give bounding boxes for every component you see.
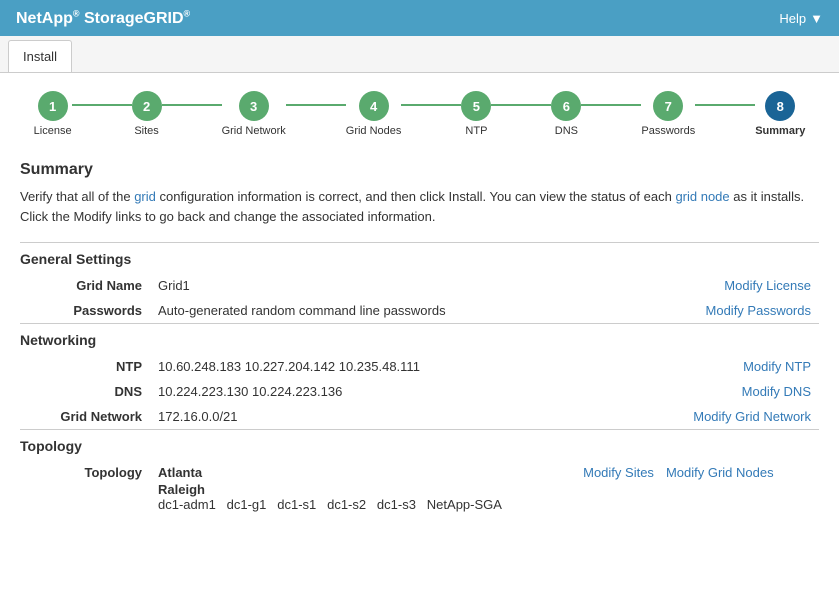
modify-grid-nodes-link[interactable]: Modify Grid Nodes — [666, 465, 774, 480]
grid-name-value: Grid1 — [150, 273, 628, 298]
modify-passwords-link[interactable]: Modify Passwords — [706, 303, 811, 318]
step-line-4 — [401, 104, 461, 106]
modify-sites-link[interactable]: Modify Sites — [583, 465, 654, 480]
step-circle-5: 5 — [461, 91, 491, 121]
grid-network-value: 172.16.0.0/21 — [150, 404, 602, 429]
table-row: NTP 10.60.248.183 10.227.204.142 10.235.… — [20, 354, 819, 379]
step-label-4: Grid Nodes — [346, 125, 402, 137]
summary-title: Summary — [20, 161, 819, 179]
step-label-3: Grid Network — [222, 125, 286, 137]
table-row: Passwords Auto-generated random command … — [20, 298, 819, 323]
step-line-5 — [491, 104, 551, 106]
step-line-2 — [162, 104, 222, 106]
topology-section: Topology Topology Atlanta Raleigh dc1-ad… — [20, 429, 819, 517]
modify-license-link[interactable]: Modify License — [724, 278, 811, 293]
step-6: 6 DNS — [551, 91, 581, 137]
step-label-1: License — [34, 125, 72, 137]
step-circle-2: 2 — [132, 91, 162, 121]
step-circle-8: 8 — [765, 91, 795, 121]
step-7: 7 Passwords — [641, 91, 695, 137]
grid-network-label: Grid Network — [20, 404, 150, 429]
help-button[interactable]: Help ▼ — [779, 11, 823, 26]
step-2: 2 Sites — [132, 91, 162, 137]
networking-title: Networking — [20, 324, 819, 354]
main-content: Summary Verify that all of the grid conf… — [0, 145, 839, 533]
step-label-7: Passwords — [641, 125, 695, 137]
passwords-label: Passwords — [20, 298, 150, 323]
general-settings-section: General Settings Grid Name Grid1 Modify … — [20, 242, 819, 323]
networking-section: Networking NTP 10.60.248.183 10.227.204.… — [20, 323, 819, 429]
step-3: 3 Grid Network — [222, 91, 286, 137]
general-settings-table: Grid Name Grid1 Modify License Passwords… — [20, 273, 819, 323]
site-atlanta-name: Atlanta — [158, 465, 202, 480]
step-label-6: DNS — [555, 125, 578, 137]
step-8: 8 Summary — [755, 91, 805, 137]
grid-name-label: Grid Name — [20, 273, 150, 298]
passwords-value: Auto-generated random command line passw… — [150, 298, 628, 323]
step-label-2: Sites — [134, 125, 158, 137]
step-line-6 — [581, 104, 641, 106]
topology-sites-col: Atlanta Raleigh dc1-adm1 dc1-g1 dc1-s1 d… — [150, 460, 575, 517]
app-header: NetApp® StorageGRID® Help ▼ — [0, 0, 839, 36]
table-row: DNS 10.224.223.130 10.224.223.136 Modify… — [20, 379, 819, 404]
networking-table: NTP 10.60.248.183 10.227.204.142 10.235.… — [20, 354, 819, 429]
modify-dns-link[interactable]: Modify DNS — [742, 384, 811, 399]
site-atlanta: Atlanta — [158, 465, 567, 480]
table-row: Topology Atlanta Raleigh dc1-adm1 dc1-g1… — [20, 460, 819, 517]
netapp-label: NetApp® StorageGRID® — [16, 10, 190, 27]
modify-passwords-cell: Modify Passwords — [628, 298, 819, 323]
step-circle-3: 3 — [239, 91, 269, 121]
step-circle-7: 7 — [653, 91, 683, 121]
modify-grid-network-link[interactable]: Modify Grid Network — [693, 409, 811, 424]
dns-value: 10.224.223.130 10.224.223.136 — [150, 379, 602, 404]
topology-actions-cell: Modify Sites Modify Grid Nodes — [575, 460, 819, 517]
step-circle-6: 6 — [551, 91, 581, 121]
topology-actions: Modify Sites Modify Grid Nodes — [583, 465, 811, 480]
step-label-8: Summary — [755, 125, 805, 137]
step-line-7 — [695, 104, 755, 106]
step-1: 1 License — [34, 91, 72, 137]
topology-title: Topology — [20, 430, 819, 460]
chevron-down-icon: ▼ — [810, 11, 823, 26]
step-circle-4: 4 — [359, 91, 389, 121]
modify-license-cell: Modify License — [628, 273, 819, 298]
tab-bar: Install — [0, 36, 839, 73]
table-row: Grid Network 172.16.0.0/21 Modify Grid N… — [20, 404, 819, 429]
topology-label: Topology — [20, 460, 150, 517]
modify-ntp-cell: Modify NTP — [602, 354, 819, 379]
dns-label: DNS — [20, 379, 150, 404]
ntp-value: 10.60.248.183 10.227.204.142 10.235.48.1… — [150, 354, 602, 379]
ntp-label: NTP — [20, 354, 150, 379]
step-line-1 — [72, 104, 132, 106]
modify-dns-cell: Modify DNS — [602, 379, 819, 404]
grid-node-link[interactable]: grid node — [675, 189, 729, 204]
help-label: Help — [779, 11, 806, 26]
site-raleigh: Raleigh dc1-adm1 dc1-g1 dc1-s1 dc1-s2 dc… — [158, 482, 567, 512]
raleigh-nodes: dc1-adm1 dc1-g1 dc1-s1 dc1-s2 dc1-s3 Net… — [158, 497, 502, 512]
site-raleigh-name: Raleigh — [158, 482, 205, 497]
grid-link[interactable]: grid — [134, 189, 156, 204]
modify-ntp-link[interactable]: Modify NTP — [743, 359, 811, 374]
table-row: Grid Name Grid1 Modify License — [20, 273, 819, 298]
general-settings-title: General Settings — [20, 243, 819, 273]
topology-table: Topology Atlanta Raleigh dc1-adm1 dc1-g1… — [20, 460, 819, 517]
step-circle-1: 1 — [38, 91, 68, 121]
step-4: 4 Grid Nodes — [346, 91, 402, 137]
step-label-5: NTP — [465, 125, 487, 137]
intro-text: Verify that all of the grid configuratio… — [20, 187, 819, 226]
modify-grid-network-cell: Modify Grid Network — [602, 404, 819, 429]
tab-install[interactable]: Install — [8, 40, 72, 72]
step-line-3 — [286, 104, 346, 106]
app-title: NetApp® StorageGRID® — [16, 8, 190, 27]
stepper: 1 License 2 Sites 3 Grid Network 4 Grid … — [0, 73, 839, 145]
step-5: 5 NTP — [461, 91, 491, 137]
